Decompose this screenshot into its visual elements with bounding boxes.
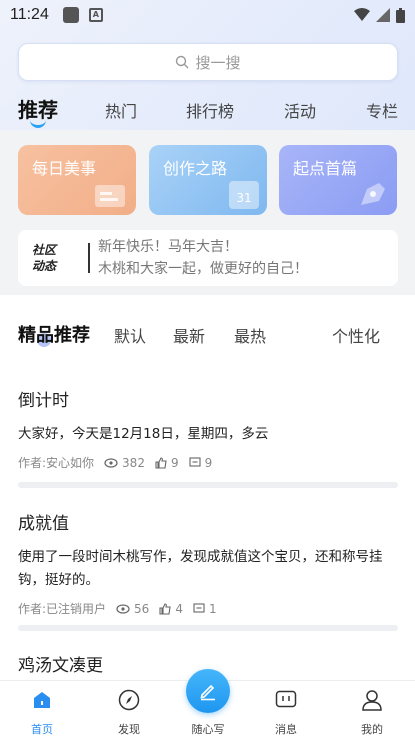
notification-icon — [62, 7, 79, 23]
compass-icon — [118, 689, 140, 711]
nav-label: 发现 — [118, 723, 140, 736]
post-divider — [18, 625, 398, 631]
write-fab-button[interactable] — [186, 669, 230, 713]
search-placeholder: 搜一搜 — [195, 53, 241, 72]
home-icon — [34, 692, 50, 708]
tab-columns[interactable]: 专栏 — [366, 98, 398, 122]
person-icon — [362, 690, 382, 711]
search-icon — [176, 55, 189, 69]
community-logo: 社区 动态 — [32, 242, 82, 274]
post-meta: 作者:已注销用户 56 4 1 — [18, 600, 398, 617]
nav-me[interactable]: 我的 — [342, 687, 402, 737]
card-label: 创作之路 — [163, 159, 228, 178]
tab-ranking[interactable]: 排行榜 — [186, 98, 234, 122]
post-body: 使用了一段时间木桃写作，发现成就值这个宝贝，还和称号挂钩，挺好的。 — [18, 549, 383, 588]
post-title: 成就值 — [18, 514, 69, 534]
tab-events[interactable]: 活动 — [284, 98, 316, 122]
views-stat: 56 — [116, 602, 149, 616]
battery-icon — [396, 7, 405, 23]
pen-icon — [200, 684, 215, 701]
views-stat: 382 — [104, 456, 145, 470]
subtab-personalized[interactable]: 个性化 — [332, 323, 380, 347]
comment-icon — [193, 603, 205, 613]
app-notification-icon: A — [88, 8, 103, 22]
post-author: 作者:已注销用户 — [18, 602, 107, 616]
views-count: 382 — [122, 455, 145, 470]
views-count: 56 — [134, 601, 150, 616]
likes-stat[interactable]: 4 — [159, 602, 183, 616]
comments-stat[interactable]: 9 — [189, 455, 213, 470]
notice-line1: 新年快乐！马年大吉！ — [98, 239, 238, 255]
card-daily-good-things[interactable]: 每日美事 — [18, 145, 136, 215]
nav-messages[interactable]: 消息 — [256, 687, 316, 737]
signal-icon — [376, 8, 390, 22]
subtab-hottest[interactable]: 最热 — [234, 323, 266, 347]
comments-count: 9 — [204, 455, 213, 470]
post-item[interactable]: 倒计时 大家好，今天是12月18日，星期四，多云 作者:安心如你 382 9 9 — [18, 386, 398, 471]
message-icon — [275, 690, 297, 708]
card-creation-road[interactable]: 创作之路 31 — [149, 145, 267, 215]
likes-stat[interactable]: 9 — [155, 456, 179, 470]
nav-label: 消息 — [275, 723, 297, 736]
thumbs-up-icon — [155, 456, 167, 469]
tab-recommend[interactable]: 推荐 — [18, 94, 58, 123]
card-first-work[interactable]: 起点首篇 — [279, 145, 397, 215]
notice-divider — [88, 243, 90, 273]
thumbs-up-icon — [159, 602, 171, 615]
subtab-latest[interactable]: 最新 — [173, 323, 205, 347]
community-notice[interactable]: 社区 动态 新年快乐！马年大吉！ 木桃和大家一起，做更好的自己！ — [18, 230, 398, 286]
likes-count: 9 — [170, 455, 179, 470]
post-title: 倒计时 — [18, 391, 69, 411]
tab-hot[interactable]: 热门 — [105, 98, 137, 122]
calendar-badge: 31 — [236, 191, 252, 205]
nav-label: 随心写 — [191, 723, 225, 736]
nav-label: 我的 — [361, 723, 383, 736]
wifi-icon — [354, 8, 370, 21]
status-bar: 11:24 A — [0, 0, 415, 30]
envelope-icon — [95, 185, 125, 207]
status-icons — [354, 7, 405, 23]
post-meta: 作者:安心如你 382 9 9 — [18, 454, 398, 471]
sub-tabs: 精品推荐 默认 最新 最热 个性化 — [0, 318, 415, 350]
eye-icon — [116, 603, 130, 614]
post-author: 作者:安心如你 — [18, 456, 95, 470]
likes-count: 4 — [175, 601, 183, 616]
comment-icon — [189, 457, 201, 467]
post-item[interactable]: 成就值 使用了一段时间木桃写作，发现成就值这个宝贝，还和称号挂钩，挺好的。 作者… — [18, 509, 398, 617]
status-time: 11:24 — [10, 6, 49, 23]
calendar-icon: 31 — [229, 181, 259, 209]
post-divider — [18, 482, 398, 488]
eye-icon — [104, 457, 118, 468]
subtab-featured[interactable]: 精品推荐 — [18, 321, 90, 347]
card-label: 起点首篇 — [293, 159, 358, 178]
nav-home[interactable]: 首页 — [12, 687, 72, 737]
community-logo-line2: 动态 — [32, 259, 57, 273]
notice-line2: 木桃和大家一起，做更好的自己！ — [98, 261, 308, 277]
notice-text: 新年快乐！马年大吉！ 木桃和大家一起，做更好的自己！ — [98, 236, 308, 280]
pen-nib-icon — [361, 183, 385, 205]
community-logo-line1: 社区 — [32, 243, 57, 257]
comments-count: 1 — [208, 601, 217, 616]
search-bar[interactable]: 搜一搜 — [18, 43, 398, 81]
top-tabs: 推荐 热门 排行榜 活动 专栏 — [0, 92, 415, 128]
card-label: 每日美事 — [32, 159, 97, 178]
nav-discover[interactable]: 发现 — [99, 687, 159, 737]
subtab-default[interactable]: 默认 — [114, 323, 146, 347]
comments-stat[interactable]: 1 — [193, 602, 217, 616]
nav-label: 首页 — [31, 723, 53, 736]
post-body: 大家好，今天是12月18日，星期四，多云 — [18, 426, 269, 442]
